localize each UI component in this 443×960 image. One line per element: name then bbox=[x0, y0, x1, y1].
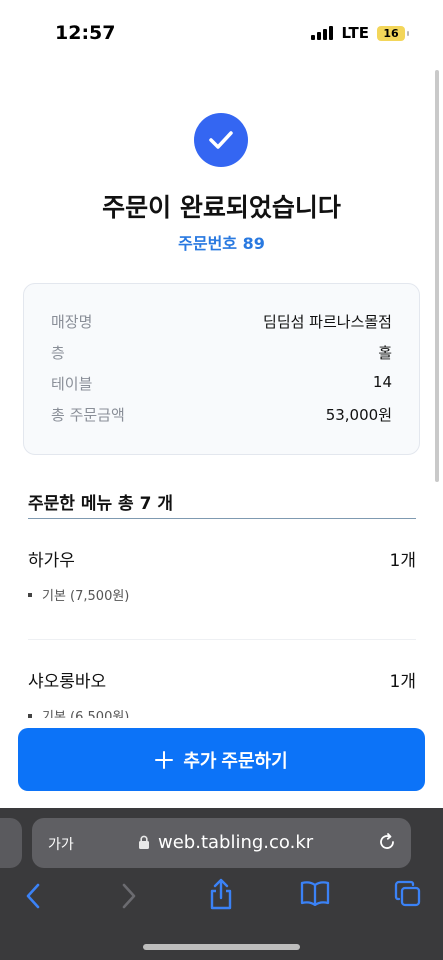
info-row-floor: 층 홀 bbox=[51, 342, 392, 373]
add-order-button[interactable]: 추가 주문하기 bbox=[18, 728, 425, 791]
status-time: 12:57 bbox=[55, 22, 116, 44]
address-bar[interactable]: 가가 web.tabling.co.kr bbox=[32, 818, 411, 868]
status-bar: 12:57 LTE 16 bbox=[0, 0, 443, 62]
page-content[interactable]: 주문이 완료되었습니다 주문번호 89 매장명 딤딤섬 파르나스몰점 층 홀 테… bbox=[0, 62, 443, 718]
battery-icon: 16 bbox=[377, 25, 409, 41]
add-order-label: 추가 주문하기 bbox=[183, 750, 288, 771]
info-value: 14 bbox=[372, 373, 392, 391]
bullet-icon bbox=[28, 713, 32, 718]
divider bbox=[28, 639, 416, 640]
info-row-total: 총 주문금액 53,000원 bbox=[51, 404, 392, 435]
plus-icon bbox=[155, 750, 174, 769]
reload-icon[interactable] bbox=[377, 832, 397, 856]
menu-item-name: 하가우 bbox=[28, 551, 75, 571]
scrollbar[interactable] bbox=[435, 70, 439, 482]
signal-icon bbox=[311, 26, 334, 40]
home-indicator[interactable] bbox=[143, 944, 300, 950]
info-value: 53,000원 bbox=[325, 406, 392, 424]
browser-toolbar bbox=[0, 878, 443, 918]
page-title: 주문이 완료되었습니다 bbox=[102, 193, 341, 222]
battery-level: 16 bbox=[383, 26, 399, 40]
info-label: 테이블 bbox=[51, 375, 93, 393]
info-value: 홀 bbox=[378, 344, 392, 362]
check-icon bbox=[194, 113, 248, 167]
menu-item-qty: 1개 bbox=[389, 672, 416, 692]
menu-item-qty: 1개 bbox=[389, 551, 416, 571]
info-label: 매장명 bbox=[51, 313, 93, 331]
menu-item: 하가우 1개 기본 (7,500원) bbox=[28, 546, 416, 604]
browser-bar: 가가 web.tabling.co.kr bbox=[0, 808, 443, 960]
menu-item: 샤오롱바오 1개 기본 (6,500원) bbox=[28, 667, 416, 718]
previous-tab-preview[interactable] bbox=[0, 818, 22, 868]
menu-item-name: 샤오롱바오 bbox=[28, 672, 107, 692]
menu-item-option: 기본 (7,500원) bbox=[42, 589, 130, 604]
menu-heading: 주문한 메뉴 총 7 개 bbox=[28, 494, 173, 514]
info-label: 총 주문금액 bbox=[51, 406, 125, 424]
tabs-icon[interactable] bbox=[394, 880, 422, 912]
order-number: 주문번호 89 bbox=[178, 234, 265, 253]
forward-icon[interactable] bbox=[120, 882, 138, 914]
url-text: web.tabling.co.kr bbox=[158, 832, 314, 853]
lock-icon bbox=[139, 835, 149, 849]
menu-item-option: 기본 (6,500원) bbox=[42, 710, 130, 718]
bullet-icon bbox=[28, 592, 32, 597]
network-type: LTE bbox=[341, 24, 369, 42]
share-icon[interactable] bbox=[208, 878, 234, 914]
info-label: 층 bbox=[51, 344, 65, 362]
status-indicators: LTE 16 bbox=[311, 24, 409, 42]
info-row-table: 테이블 14 bbox=[51, 373, 392, 404]
order-info-card: 매장명 딤딤섬 파르나스몰점 층 홀 테이블 14 총 주문금액 53,000원 bbox=[23, 283, 420, 455]
back-icon[interactable] bbox=[24, 882, 42, 914]
divider bbox=[28, 518, 416, 519]
info-row-store: 매장명 딤딤섬 파르나스몰점 bbox=[51, 311, 392, 342]
info-value: 딤딤섬 파르나스몰점 bbox=[263, 313, 392, 331]
bookmarks-icon[interactable] bbox=[300, 880, 330, 910]
text-size-button[interactable]: 가가 bbox=[48, 834, 74, 854]
